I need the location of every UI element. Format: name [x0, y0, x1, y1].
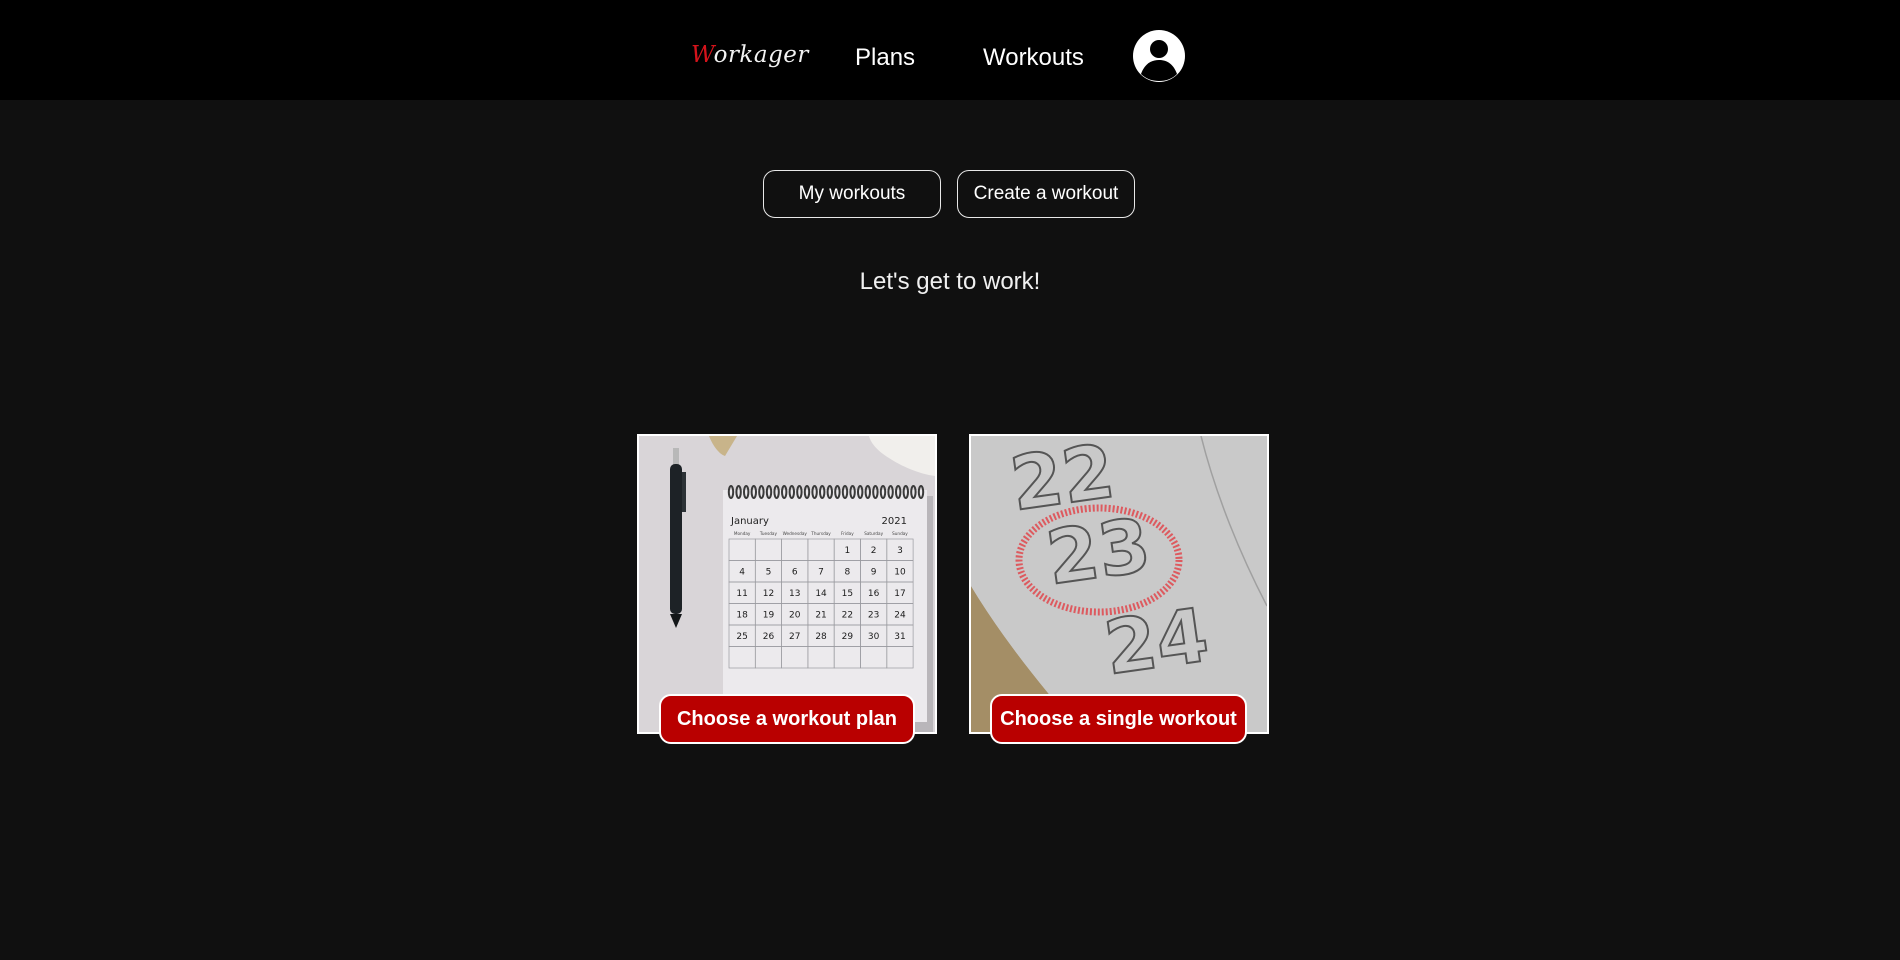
calendar-day: 8	[844, 568, 850, 578]
workout-plan-card[interactable]: January 2021 Monday Tuesday Wednesday Thurs…	[637, 434, 937, 734]
calendar-day: 24	[894, 611, 906, 621]
calendar-day: 2	[871, 546, 877, 556]
calendar-day: 17	[894, 589, 905, 599]
calendar-day: 12	[763, 589, 774, 599]
calendar-day: 16	[868, 589, 880, 599]
calendar-day: 1	[844, 546, 850, 556]
calendar-day: 4	[739, 568, 745, 578]
calendar-day: 26	[763, 632, 775, 642]
nav-link-workouts[interactable]: Workouts	[983, 44, 1084, 72]
logo-text: orkager	[713, 42, 809, 68]
workout-subnav: My workouts Create a workout	[763, 170, 1135, 218]
date-24: 24	[1100, 592, 1214, 691]
calendar-day: 29	[842, 632, 854, 642]
calendar-day: 31	[894, 632, 905, 642]
calendar-weekday: Saturday	[864, 531, 883, 536]
calendar-day: 30	[868, 632, 880, 642]
calendar-day: 28	[815, 632, 827, 642]
my-workouts-button[interactable]: My workouts	[763, 170, 941, 218]
calendar-day: 19	[763, 611, 775, 621]
calendar-day: 23	[868, 611, 879, 621]
calendar-weekday: Monday	[734, 531, 751, 536]
dates-photo: 22 23 24	[971, 436, 1267, 732]
user-circle-icon[interactable]	[1133, 30, 1185, 82]
nav-link-plans[interactable]: Plans	[855, 44, 915, 72]
calendar-month: January	[730, 516, 769, 527]
page-tagline: Let's get to work!	[859, 268, 1041, 295]
calendar-day: 13	[789, 589, 800, 599]
calendar-weekday: Friday	[841, 531, 854, 536]
calendar-day: 11	[736, 589, 747, 599]
calendar-day: 22	[842, 611, 853, 621]
calendar-weekday: Wednesday	[783, 531, 808, 536]
calendar-day: 21	[815, 611, 826, 621]
calendar-day: 15	[842, 589, 853, 599]
top-navbar: Workager Plans Workouts	[0, 0, 1900, 100]
logo[interactable]: Workager	[691, 42, 809, 68]
calendar-year: 2021	[882, 516, 907, 527]
user-silhouette	[1141, 40, 1177, 81]
single-workout-card[interactable]: 22 23 24	[969, 434, 1269, 734]
calendar-day: 25	[736, 632, 747, 642]
calendar-day: 14	[815, 589, 827, 599]
calendar-day: 10	[894, 568, 906, 578]
calendar-day: 3	[897, 546, 903, 556]
calendar-day: 5	[766, 568, 772, 578]
calendar-day: 20	[789, 611, 801, 621]
calendar-day: 6	[792, 568, 798, 578]
choose-single-workout-button[interactable]: Choose a single workout	[990, 694, 1247, 744]
calendar-weekday: Thursday	[810, 531, 831, 536]
create-workout-button[interactable]: Create a workout	[957, 170, 1135, 218]
calendar-day: 18	[736, 611, 748, 621]
choose-workout-plan-button[interactable]: Choose a workout plan	[659, 694, 915, 744]
calendar-day: 9	[871, 568, 877, 578]
calendar-day: 7	[818, 568, 824, 578]
calendar-weekday: Sunday	[892, 531, 908, 536]
calendar-photo: January 2021 Monday Tuesday Wednesday Thurs…	[639, 436, 935, 732]
logo-initial: W	[691, 42, 714, 68]
calendar-weekday: Tuesday	[759, 531, 778, 536]
calendar-day: 27	[789, 632, 800, 642]
